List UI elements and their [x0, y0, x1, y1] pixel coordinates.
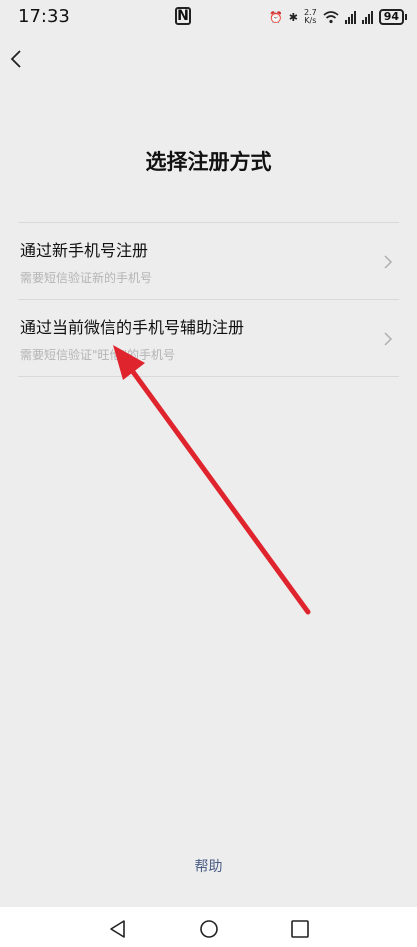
alarm-icon: ⏰ [269, 10, 283, 24]
status-time: 17:33 [18, 6, 70, 27]
chevron-right-icon [384, 255, 393, 269]
battery-icon: 94 [378, 9, 404, 25]
network-speed-unit: K/s [304, 16, 317, 25]
network-speed: 2.7 K/s [304, 9, 317, 25]
divider [18, 376, 399, 377]
help-link[interactable]: 帮助 [0, 856, 417, 876]
bluetooth-icon: ✱ [288, 10, 298, 24]
status-indicators: ⏰ ✱ 2.7 K/s 94 [269, 6, 407, 28]
battery-tip [405, 14, 407, 20]
option-title: 通过当前微信的手机号辅助注册 [20, 318, 245, 337]
page-title: 选择注册方式 [145, 150, 272, 174]
main-content: 选择注册方式 通过新手机号注册 需要短信验证新的手机号 通过当前微信的手机号辅助… [0, 86, 417, 907]
signal-icon-2 [361, 10, 373, 24]
chevron-right-icon [384, 332, 393, 346]
option-title: 通过新手机号注册 [20, 241, 149, 260]
square-recents-icon[interactable] [288, 919, 312, 939]
system-nav-bar [0, 907, 417, 947]
wifi-icon [323, 11, 339, 24]
signal-icon-1 [344, 10, 356, 24]
nfc-icon: N [175, 7, 191, 25]
circle-home-icon[interactable] [197, 919, 221, 939]
chevron-left-icon[interactable] [6, 48, 28, 70]
option-current-wechat-phone[interactable]: 通过当前微信的手机号辅助注册 需要短信验证"旺伦"的手机号 [0, 300, 417, 376]
option-subtitle: 需要短信验证新的手机号 [20, 271, 153, 285]
triangle-back-icon[interactable] [106, 919, 130, 939]
app-bar [0, 36, 417, 86]
option-new-phone[interactable]: 通过新手机号注册 需要短信验证新的手机号 [0, 223, 417, 299]
option-subtitle: 需要短信验证"旺伦"的手机号 [20, 348, 176, 362]
status-bar: 17:33 N ⏰ ✱ 2.7 K/s 94 [0, 0, 417, 36]
